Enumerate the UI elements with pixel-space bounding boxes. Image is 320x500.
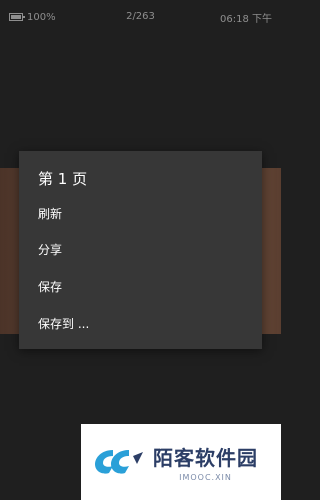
- status-bar: 100% 2/263 06:18 下午: [0, 0, 281, 34]
- menu-item-label: 保存到 ...: [38, 316, 90, 331]
- menu-item-save-to[interactable]: 保存到 ...: [19, 305, 262, 341]
- menu-item-save[interactable]: 保存: [19, 268, 262, 304]
- page-counter: 2/263: [126, 11, 155, 22]
- menu-item-label: 分享: [38, 242, 63, 257]
- watermark-title: 陌客软件园: [153, 446, 258, 470]
- menu-title: 第 1 页: [38, 170, 88, 188]
- watermark: 陌客软件园 IMOOC.XIN: [81, 424, 281, 500]
- watermark-logo-icon: [95, 450, 143, 474]
- context-menu: 第 1 页 刷新 分享 保存 保存到 ...: [19, 151, 262, 349]
- menu-item-label: 刷新: [38, 206, 63, 221]
- watermark-subtitle: IMOOC.XIN: [179, 473, 232, 482]
- menu-item-refresh[interactable]: 刷新: [19, 195, 262, 231]
- menu-item-label: 保存: [38, 279, 63, 294]
- menu-item-share[interactable]: 分享: [19, 231, 262, 267]
